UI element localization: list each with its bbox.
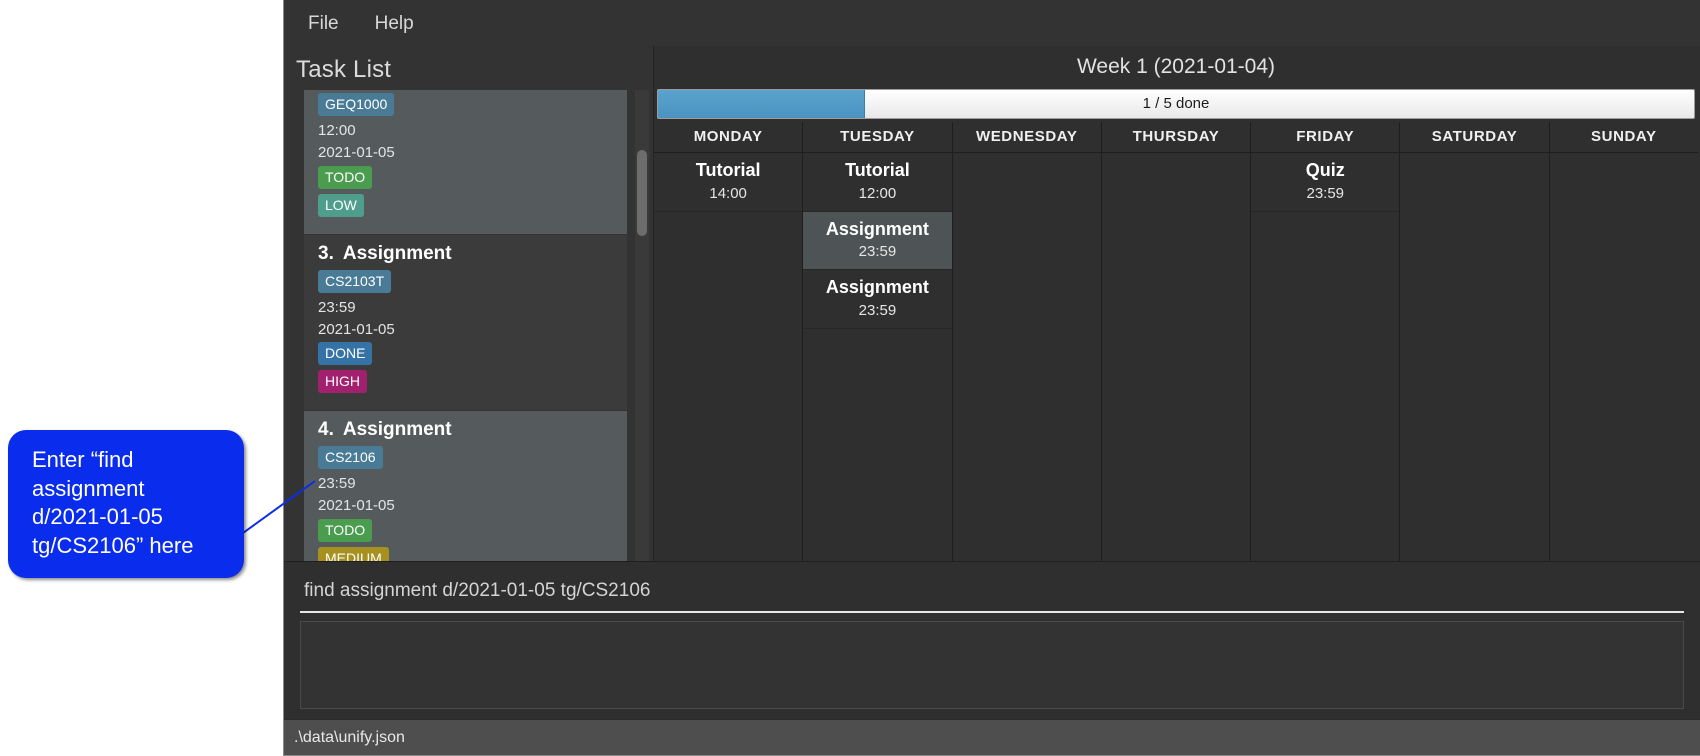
calendar-panel: Week 1 (2021-01-04) 1 / 5 done MONDAY TU…: [654, 46, 1700, 561]
event-time: 23:59: [858, 301, 897, 319]
day-header-tuesday: TUESDAY: [802, 122, 952, 152]
task-time: 12:00: [318, 122, 356, 139]
calendar-event[interactable]: Tutorial 14:00: [654, 153, 803, 212]
module-tag: CS2103T: [318, 269, 392, 293]
event-time: 23:59: [1306, 184, 1345, 202]
task-title: 4. Assignment: [318, 419, 615, 441]
day-column-saturday[interactable]: [1399, 152, 1549, 561]
application-window: File Help Task List 2.Tutorial: [283, 0, 1700, 756]
event-time: 14:00: [709, 184, 747, 202]
callout-leader-line: [242, 480, 316, 534]
task-list-scrollbar[interactable]: [635, 90, 649, 561]
calendar-day-header-row: MONDAY TUESDAY WEDNESDAY THURSDAY FRIDAY…: [654, 122, 1698, 152]
progress-bar-label: 1 / 5 done: [1142, 95, 1210, 112]
event-time: 23:59: [858, 243, 897, 261]
task-card[interactable]: 2.Tutorial GEQ1000 12:00 2021-01-05 TODO: [304, 90, 627, 235]
day-column-monday[interactable]: Tutorial 14:00: [654, 152, 803, 561]
event-time: 12:00: [858, 184, 897, 202]
task-time: 23:59: [318, 475, 356, 492]
command-input[interactable]: [300, 576, 1684, 613]
task-name: Assignment: [342, 242, 452, 264]
day-column-wednesday[interactable]: [951, 152, 1101, 561]
status-tag-row: TODO: [318, 518, 615, 547]
calendar-event[interactable]: Quiz 23:59: [1251, 153, 1400, 212]
task-name: Assignment: [342, 419, 452, 440]
task-card[interactable]: 4. Assignment CS2106 23:59 2021-01-05 TOD…: [304, 411, 627, 561]
priority-tag: LOW: [318, 193, 364, 217]
scrollbar-thumb[interactable]: [637, 150, 647, 236]
menu-file[interactable]: File: [306, 10, 341, 37]
event-name: Quiz: [1305, 160, 1345, 180]
task-index: 3.: [318, 242, 334, 264]
module-tag: GEQ1000: [318, 93, 395, 116]
task-card[interactable]: 3. Assignment CS2103T 23:59 2021-01-05 DO…: [304, 234, 627, 411]
day-header-monday: MONDAY: [654, 122, 803, 152]
day-header-wednesday: WEDNESDAY: [951, 122, 1101, 152]
priority-tag: MEDIUM: [318, 546, 389, 561]
annotation-callout-text: Enter “find assignment d/2021-01-05 tg/C…: [32, 447, 194, 558]
app-body: Task List 2.Tutorial GEQ1000: [284, 46, 1700, 719]
day-column-friday[interactable]: Quiz 23:59: [1250, 152, 1400, 561]
task-date: 2021-01-05: [318, 320, 395, 338]
status-bar-file-path: .\data\unify.json: [294, 728, 405, 746]
module-tag-row: GEQ1000: [318, 93, 615, 121]
day-header-friday: FRIDAY: [1250, 122, 1400, 152]
calendar-day-grid: Tutorial 14:00 Tutorial 12:00 Assignment…: [654, 152, 1698, 561]
event-name: Tutorial: [845, 160, 910, 180]
calendar-event[interactable]: Assignment 23:59: [803, 270, 952, 329]
status-tag-row: DONE: [318, 342, 615, 370]
annotation-callout: Enter “find assignment d/2021-01-05 tg/C…: [8, 430, 244, 579]
task-title: 3. Assignment: [318, 243, 615, 265]
module-tag-row: CS2103T: [318, 269, 615, 298]
module-tag-row: CS2106: [318, 446, 615, 474]
module-tag: CS2106: [318, 446, 383, 469]
calendar-event[interactable]: Tutorial 12:00: [803, 153, 952, 212]
event-name: Tutorial: [695, 160, 761, 180]
day-column-thursday[interactable]: [1100, 152, 1251, 561]
day-column-sunday[interactable]: [1548, 152, 1698, 561]
task-time: 23:59: [318, 298, 356, 316]
task-card-container: 2.Tutorial GEQ1000 12:00 2021-01-05 TODO: [304, 90, 627, 561]
day-column-tuesday[interactable]: Tutorial 12:00 Assignment 23:59 Assignme…: [802, 152, 952, 561]
day-header-saturday: SATURDAY: [1399, 122, 1549, 152]
result-display-box: [300, 621, 1684, 709]
task-date: 2021-01-05: [318, 497, 395, 515]
week-title: Week 1 (2021-01-04): [1076, 55, 1276, 78]
menu-help[interactable]: Help: [373, 10, 416, 37]
task-index: 4.: [318, 419, 334, 440]
calendar-event[interactable]: Assignment 23:59: [803, 211, 952, 271]
status-tag: DONE: [318, 342, 373, 365]
progress-bar: 1 / 5 done: [657, 89, 1695, 119]
split-pane: Task List 2.Tutorial GEQ1000: [284, 46, 1700, 561]
status-tag: TODO: [318, 165, 373, 189]
task-list-panel: Task List 2.Tutorial GEQ1000: [284, 46, 654, 561]
event-name: Assignment: [825, 277, 929, 298]
task-list-title: Task List: [296, 56, 392, 83]
priority-tag-row: HIGH: [318, 370, 615, 398]
priority-tag: HIGH: [318, 370, 367, 393]
result-display-area: [284, 613, 1700, 719]
menu-bar: File Help: [284, 0, 1700, 46]
status-tag: TODO: [318, 518, 373, 542]
event-name: Assignment: [825, 218, 929, 239]
day-header-thursday: THURSDAY: [1100, 122, 1251, 152]
priority-tag-row: MEDIUM: [318, 546, 615, 561]
screenshot-root: File Help Task List 2.Tutorial: [0, 0, 1700, 756]
status-bar: .\data\unify.json: [284, 719, 1700, 755]
day-header-sunday: SUNDAY: [1548, 122, 1698, 152]
task-list-scroll-area[interactable]: 2.Tutorial GEQ1000 12:00 2021-01-05 TODO: [284, 90, 653, 561]
task-date: 2021-01-05: [318, 144, 395, 162]
priority-tag-row: LOW: [318, 193, 615, 222]
status-tag-row: TODO: [318, 165, 615, 194]
progress-wrapper: 1 / 5 done: [654, 89, 1698, 119]
command-box: [284, 561, 1700, 613]
